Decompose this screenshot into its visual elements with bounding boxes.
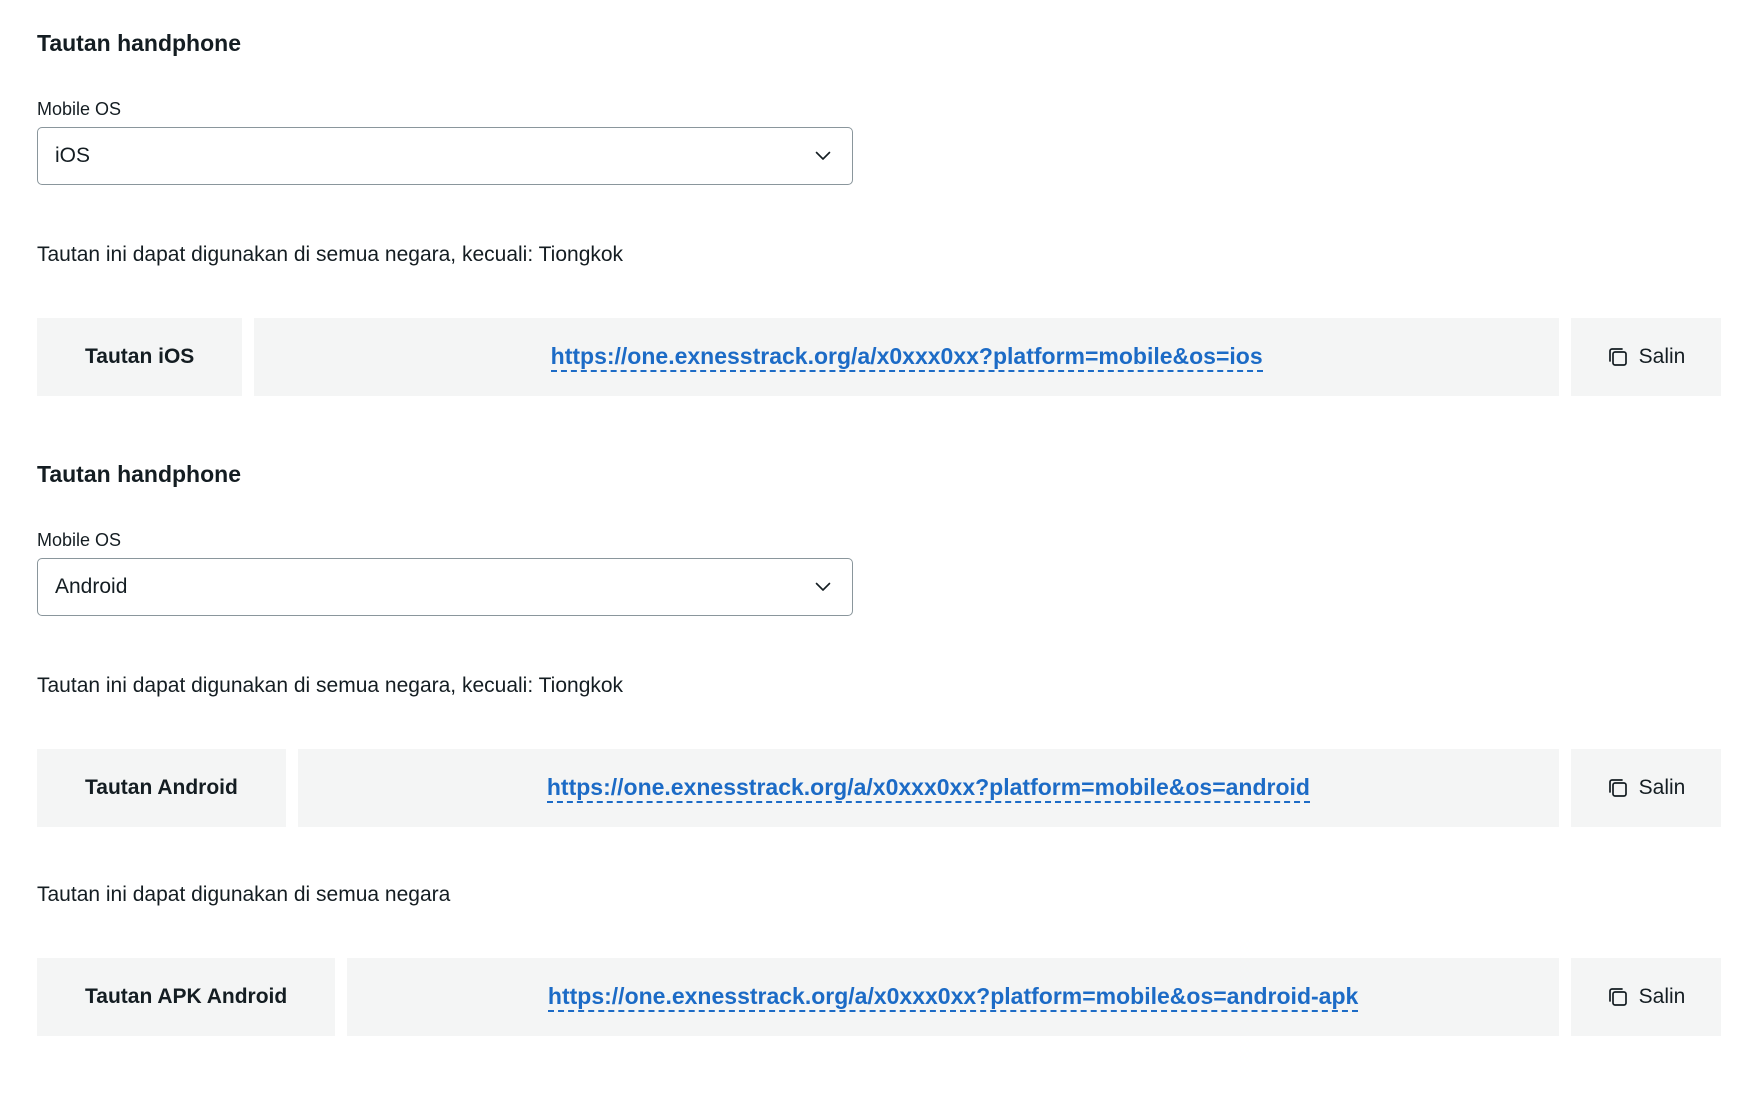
link-label-ios: Tautan iOS xyxy=(37,318,243,396)
availability-note: Tautan ini dapat digunakan di semua nega… xyxy=(37,883,451,906)
availability-note: Tautan ini dapat digunakan di semua nega… xyxy=(37,243,624,266)
link-url-cell: https://one.exnesstrack.org/a/x0xxx0xx?p… xyxy=(297,749,1559,827)
tracking-link-android-apk[interactable]: https://one.exnesstrack.org/a/x0xxx0xx?p… xyxy=(547,983,1359,1012)
chevron-down-icon xyxy=(814,578,832,596)
mobile-os-select[interactable]: Android xyxy=(37,558,853,616)
link-url-cell: https://one.exnesstrack.org/a/x0xxx0xx?p… xyxy=(254,318,1559,396)
mobile-os-selected-value: iOS xyxy=(55,144,91,167)
link-row-android-apk: Tautan APK Android https://one.exnesstra… xyxy=(37,958,1721,1036)
copy-button-label: Salin xyxy=(1638,776,1686,799)
tracking-link-android[interactable]: https://one.exnesstrack.org/a/x0xxx0xx?p… xyxy=(546,774,1310,803)
link-label-android: Tautan Android xyxy=(37,749,286,827)
link-url-cell: https://one.exnesstrack.org/a/x0xxx0xx?p… xyxy=(347,958,1559,1036)
link-row-ios: Tautan iOS https://one.exnesstrack.org/a… xyxy=(37,318,1721,396)
copy-button-android[interactable]: Salin xyxy=(1571,749,1721,827)
mobile-os-select[interactable]: iOS xyxy=(37,127,853,185)
mobile-os-selected-value: Android xyxy=(55,575,128,598)
chevron-down-icon xyxy=(814,147,832,165)
mobile-os-label: Mobile OS xyxy=(37,530,122,550)
copy-button-android-apk[interactable]: Salin xyxy=(1571,958,1721,1036)
section-heading: Tautan handphone xyxy=(37,461,242,487)
copy-icon xyxy=(1607,986,1629,1008)
tracking-link-ios[interactable]: https://one.exnesstrack.org/a/x0xxx0xx?p… xyxy=(550,343,1263,372)
copy-button-ios[interactable]: Salin xyxy=(1571,318,1721,396)
link-row-android: Tautan Android https://one.exnesstrack.o… xyxy=(37,749,1721,827)
copy-button-label: Salin xyxy=(1638,985,1686,1008)
copy-icon xyxy=(1607,346,1629,368)
link-label-android-apk: Tautan APK Android xyxy=(37,958,336,1036)
copy-icon xyxy=(1607,777,1629,799)
availability-note: Tautan ini dapat digunakan di semua nega… xyxy=(37,674,624,697)
section-heading: Tautan handphone xyxy=(37,30,242,56)
mobile-os-label: Mobile OS xyxy=(37,99,122,119)
copy-button-label: Salin xyxy=(1638,345,1686,368)
